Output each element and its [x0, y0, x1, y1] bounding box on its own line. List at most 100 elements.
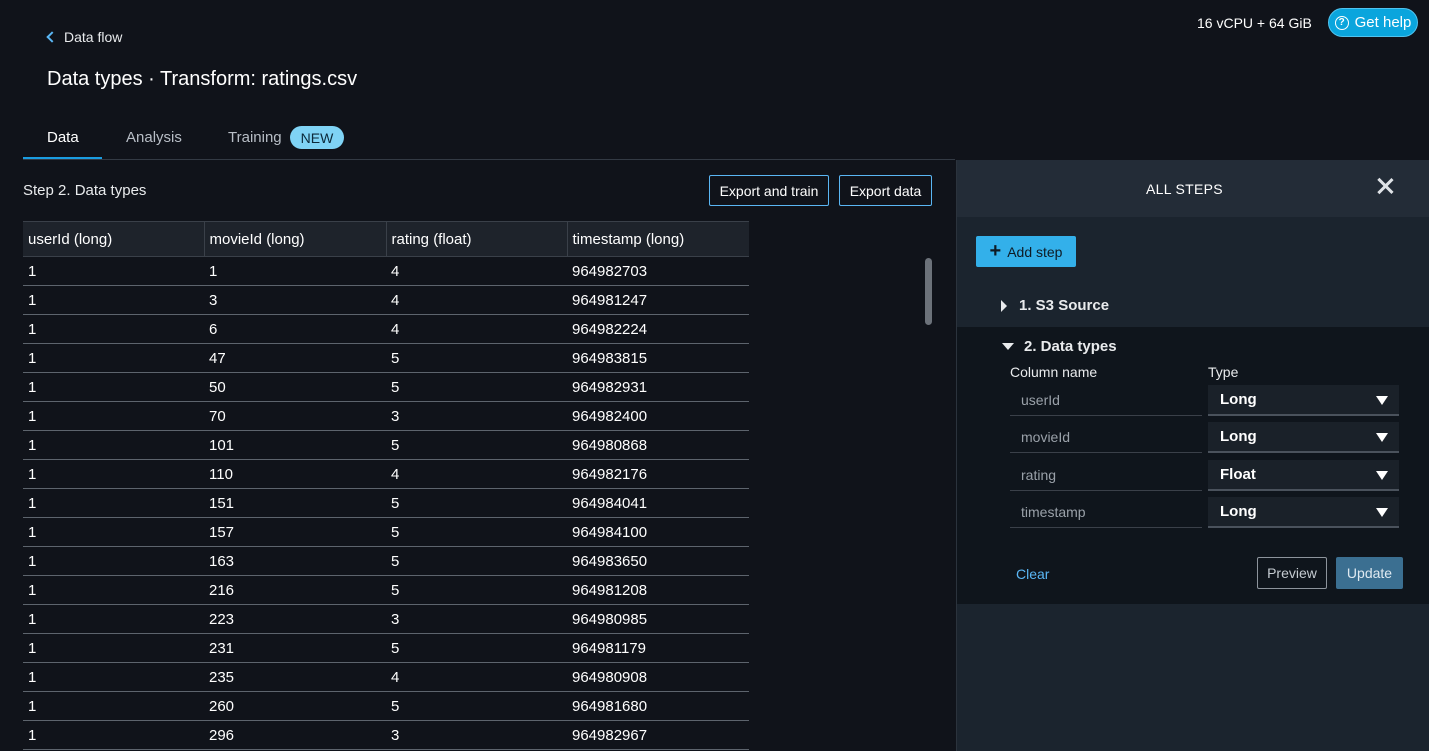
- column-header[interactable]: timestamp (long): [566, 221, 749, 257]
- table-cell: 964982931: [567, 372, 749, 402]
- column-type-select[interactable]: Long: [1208, 497, 1399, 528]
- table-cell: 1: [23, 575, 204, 605]
- update-button[interactable]: Update: [1336, 557, 1403, 589]
- step-data-types-label: 2. Data types: [1024, 338, 1117, 355]
- step-data-types[interactable]: 2. Data types: [1002, 338, 1117, 355]
- chevron-left-icon: [46, 31, 58, 43]
- table-row: 1 47 5 964983815: [23, 343, 749, 373]
- column-header[interactable]: userId (long): [23, 221, 204, 257]
- table-cell: 1: [23, 546, 204, 576]
- tab-data[interactable]: Data: [47, 129, 79, 146]
- close-icon[interactable]: [1376, 177, 1394, 195]
- table-row: 1 110 4 964982176: [23, 459, 749, 489]
- column-type-select[interactable]: Long: [1208, 422, 1399, 453]
- preview-button[interactable]: Preview: [1257, 557, 1327, 589]
- table-cell: 964981247: [567, 285, 749, 315]
- table-cell: 1: [23, 430, 204, 460]
- tab-training[interactable]: Training: [228, 129, 282, 146]
- step-data-types-section: 2. Data types Column name Type userId Lon…: [957, 327, 1429, 604]
- table-cell: 235: [204, 662, 386, 692]
- table-cell: 1: [204, 256, 386, 286]
- add-step-button[interactable]: + Add step: [976, 236, 1076, 267]
- table-cell: 5: [386, 430, 567, 460]
- back-to-data-flow-link[interactable]: Data flow: [44, 29, 122, 45]
- table-cell: 5: [386, 372, 567, 402]
- table-cell: 964980985: [567, 604, 749, 634]
- table-cell: 4: [386, 285, 567, 315]
- column-type-select[interactable]: Float: [1208, 460, 1399, 491]
- data-table: userId (long) movieId (long) rating (flo…: [23, 221, 749, 750]
- tab-bar: Data Analysis Training NEW: [23, 120, 955, 160]
- table-cell: 964982224: [567, 314, 749, 344]
- table-row: 1 235 4 964980908: [23, 662, 749, 692]
- table-cell: 1: [23, 401, 204, 431]
- table-cell: 5: [386, 343, 567, 373]
- table-cell: 1: [23, 314, 204, 344]
- step-title: Step 2. Data types: [23, 182, 147, 199]
- table-cell: 151: [204, 488, 386, 518]
- tab-analysis[interactable]: Analysis: [126, 129, 182, 146]
- table-cell: 101: [204, 430, 386, 460]
- table-cell: 5: [386, 575, 567, 605]
- panel-header: ALL STEPS: [957, 160, 1429, 217]
- table-cell: 964981680: [567, 691, 749, 721]
- table-cell: 964982176: [567, 459, 749, 489]
- tabs-divider: [23, 159, 955, 160]
- back-label: Data flow: [64, 29, 123, 45]
- table-cell: 1: [23, 720, 204, 750]
- clear-link[interactable]: Clear: [1016, 566, 1049, 582]
- table-cell: 6: [204, 314, 386, 344]
- step-s3-source[interactable]: 1. S3 Source: [1001, 297, 1109, 314]
- export-and-train-button[interactable]: Export and train: [709, 175, 829, 206]
- table-cell: 3: [204, 285, 386, 315]
- table-row: 1 50 5 964982931: [23, 372, 749, 402]
- export-data-button[interactable]: Export data: [839, 175, 932, 206]
- table-cell: 50: [204, 372, 386, 402]
- column-type-select[interactable]: Long: [1208, 385, 1399, 416]
- table-cell: 1: [23, 488, 204, 518]
- table-row: 1 70 3 964982400: [23, 401, 749, 431]
- table-row: 1 157 5 964984100: [23, 517, 749, 547]
- table-cell: 964981208: [567, 575, 749, 605]
- caret-right-icon: [1001, 299, 1007, 312]
- table-cell: 964982967: [567, 720, 749, 750]
- column-type-value: Long: [1220, 428, 1257, 445]
- column-name-field: userId: [1010, 385, 1202, 416]
- table-cell: 157: [204, 517, 386, 547]
- table-cell: 964980908: [567, 662, 749, 692]
- table-cell: 223: [204, 604, 386, 634]
- dropdown-caret-icon: [1376, 508, 1388, 517]
- table-cell: 5: [386, 691, 567, 721]
- table-cell: 964983650: [567, 546, 749, 576]
- table-row: 1 3 4 964981247: [23, 285, 749, 315]
- tab-analysis-label: Analysis: [126, 129, 182, 146]
- plus-icon: +: [989, 239, 1002, 262]
- column-header[interactable]: movieId (long): [203, 221, 386, 257]
- table-cell: 3: [386, 604, 567, 634]
- table-scrollbar[interactable]: [925, 258, 932, 325]
- column-header[interactable]: rating (float): [385, 221, 567, 257]
- table-cell: 964982703: [567, 256, 749, 286]
- dropdown-caret-icon: [1376, 433, 1388, 442]
- tab-data-label: Data: [47, 129, 79, 146]
- table-cell: 47: [204, 343, 386, 373]
- table-cell: 1: [23, 662, 204, 692]
- dropdown-caret-icon: [1376, 396, 1388, 405]
- table-header-row: userId (long) movieId (long) rating (flo…: [23, 221, 749, 257]
- column-name-field: timestamp: [1010, 497, 1202, 528]
- table-cell: 964982400: [567, 401, 749, 431]
- table-cell: 1: [23, 517, 204, 547]
- table-cell: 5: [386, 517, 567, 547]
- table-row: 1 151 5 964984041: [23, 488, 749, 518]
- table-cell: 5: [386, 488, 567, 518]
- table-row: 1 1 4 964982703: [23, 256, 749, 286]
- table-cell: 1: [23, 604, 204, 634]
- get-help-button[interactable]: ? Get help: [1328, 8, 1418, 37]
- table-cell: 110: [204, 459, 386, 489]
- table-row: 1 223 3 964980985: [23, 604, 749, 634]
- table-cell: 3: [386, 720, 567, 750]
- column-type-value: Long: [1220, 391, 1257, 408]
- step-s3-source-label: 1. S3 Source: [1019, 297, 1110, 314]
- add-step-label: Add step: [1007, 243, 1063, 260]
- table-cell: 964983815: [567, 343, 749, 373]
